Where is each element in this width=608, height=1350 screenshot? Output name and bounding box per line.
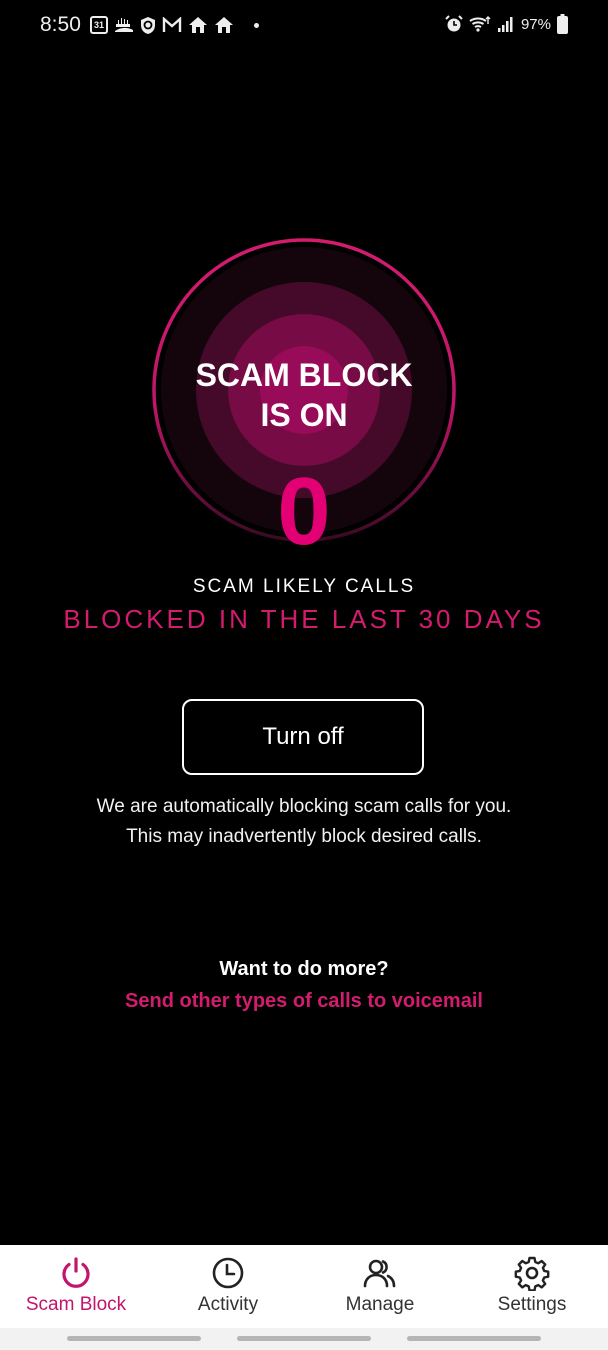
battery-percent: 97% <box>520 15 551 33</box>
gmail-icon <box>162 14 182 36</box>
alarm-icon <box>445 13 463 35</box>
scam-block-status-title: SCAM BLOCK IS ON <box>0 355 608 435</box>
bottom-navigation: Scam Block Activity Manage Settings <box>0 1245 608 1328</box>
title-line-2: IS ON <box>260 397 348 433</box>
nav-label: Scam Block <box>25 1294 127 1315</box>
scam-block-description: We are automatically blocking scam calls… <box>96 796 512 847</box>
nav-item-scam-block[interactable]: Scam Block <box>0 1245 152 1328</box>
nav-item-activity[interactable]: Activity <box>152 1245 304 1328</box>
count-label: SCAM LIKELY CALLS <box>192 576 416 597</box>
power-icon <box>62 1257 90 1288</box>
title-line-1: SCAM BLOCK <box>195 357 413 393</box>
count-period-label: BLOCKED IN THE LAST 30 DAYS <box>63 604 545 634</box>
nav-label: Activity <box>197 1294 259 1315</box>
send-to-voicemail-link[interactable]: Send other types of calls to voicemail <box>0 990 608 1013</box>
blocked-count: 0 <box>277 458 331 565</box>
nav-item-manage[interactable]: Manage <box>304 1245 456 1328</box>
wifi-icon <box>469 13 491 35</box>
status-time: 8:50 <box>40 13 81 36</box>
calendar-icon: 31 <box>90 16 108 34</box>
people-icon <box>363 1259 396 1288</box>
gear-icon <box>514 1256 550 1291</box>
nav-item-settings[interactable]: Settings <box>456 1245 608 1328</box>
gesture-navigation-bar <box>0 1328 608 1350</box>
system-icons: 97% <box>445 13 568 35</box>
notification-icons: 31 <box>90 14 259 36</box>
status-bar: 8:50 31 97% <box>0 0 608 50</box>
nav-label: Settings <box>497 1294 567 1315</box>
gesture-hint-center[interactable] <box>237 1336 371 1341</box>
gesture-hint-left[interactable] <box>67 1336 201 1341</box>
signal-icon <box>497 13 515 35</box>
battery-icon <box>557 13 568 35</box>
notification-dot <box>254 22 259 28</box>
more-options-heading: Want to do more? <box>219 958 389 980</box>
scam-block-status-graphic: SCAM BLOCK IS ON 0 <box>0 220 608 580</box>
clock-icon <box>212 1257 244 1289</box>
home-icon <box>188 14 208 36</box>
turn-off-button[interactable]: Turn off <box>182 699 424 775</box>
crowd-icon <box>114 14 134 36</box>
home-icon <box>214 14 234 36</box>
shield-icon <box>140 14 156 36</box>
nav-label: Manage <box>345 1294 415 1315</box>
gesture-hint-right[interactable] <box>407 1336 541 1341</box>
